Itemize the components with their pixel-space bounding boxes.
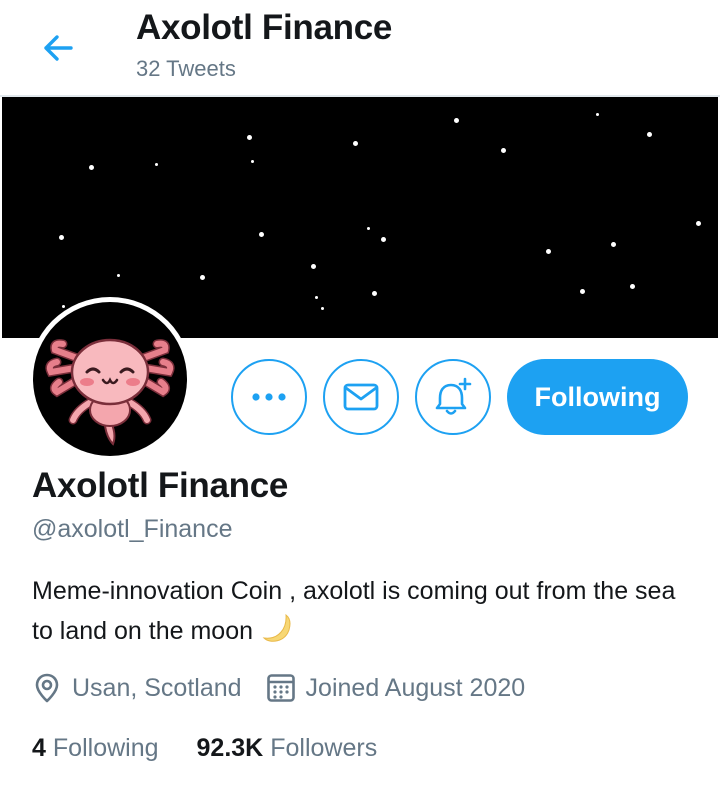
join-date: Joined August 2020 [266, 673, 526, 703]
back-button[interactable] [36, 26, 80, 70]
followers-label: Followers [270, 733, 378, 762]
banner-star [696, 221, 701, 226]
banner-star [89, 165, 94, 170]
notifications-button[interactable] [415, 359, 491, 435]
banner-star [247, 135, 252, 140]
banner-star [353, 141, 358, 146]
banner-star [117, 274, 120, 277]
following-button[interactable]: Following [507, 359, 688, 435]
banner-star [315, 296, 318, 299]
banner-star [611, 242, 616, 247]
banner-star [62, 305, 65, 308]
join-date-text: Joined August 2020 [305, 673, 526, 702]
arrow-left-icon [44, 35, 73, 61]
location-pin-icon [35, 673, 59, 703]
following-count-link[interactable]: 4 Following [32, 734, 159, 763]
crescent-moon-icon [259, 610, 293, 655]
profile-bio: Meme-innovation Coin , axolotl is coming… [32, 572, 692, 655]
location: Usan, Scotland [32, 672, 242, 704]
banner-star [630, 284, 635, 289]
calendar-icon [266, 674, 295, 702]
banner-star [59, 235, 64, 240]
location-text: Usan, Scotland [72, 673, 242, 702]
following-count: 4 [32, 733, 46, 762]
banner-star [259, 232, 264, 237]
banner-star [381, 237, 386, 242]
profile-meta: Usan, Scotland Joined August 2020 [32, 668, 525, 708]
display-name: Axolotl Finance [32, 466, 289, 505]
message-button[interactable] [323, 359, 399, 435]
banner-star [311, 264, 316, 269]
username-handle: @axolotl_Finance [32, 515, 233, 543]
banner-star [367, 227, 370, 230]
header-title: Axolotl Finance [136, 8, 393, 47]
banner-star [321, 307, 324, 310]
bell-plus-icon [435, 377, 472, 415]
avatar[interactable] [28, 297, 192, 461]
banner-star [454, 118, 459, 123]
followers-count-link[interactable]: 92.3K Followers [197, 734, 378, 763]
profile-header-bar: Axolotl Finance 32 Tweets [0, 0, 720, 97]
banner-star [372, 291, 377, 296]
tweet-count: 32 Tweets [136, 56, 236, 81]
banner-star [596, 113, 599, 116]
follow-stats: 4 Following 92.3K Followers [32, 728, 377, 768]
banner-star [251, 160, 254, 163]
banner-star [546, 249, 551, 254]
banner-star [200, 275, 205, 280]
avatar-image [33, 302, 187, 456]
followers-count: 92.3K [196, 733, 264, 762]
envelope-icon [343, 383, 379, 411]
following-label: Following [52, 733, 159, 762]
banner-star [155, 163, 158, 166]
axolotl-avatar-icon [45, 338, 175, 446]
banner-star [647, 132, 652, 137]
more-options-button[interactable] [231, 359, 307, 435]
banner-star [580, 289, 585, 294]
more-horizontal-icon [252, 393, 286, 401]
banner-star [501, 148, 506, 153]
bio-text: Meme-innovation Coin , axolotl is coming… [32, 577, 676, 646]
